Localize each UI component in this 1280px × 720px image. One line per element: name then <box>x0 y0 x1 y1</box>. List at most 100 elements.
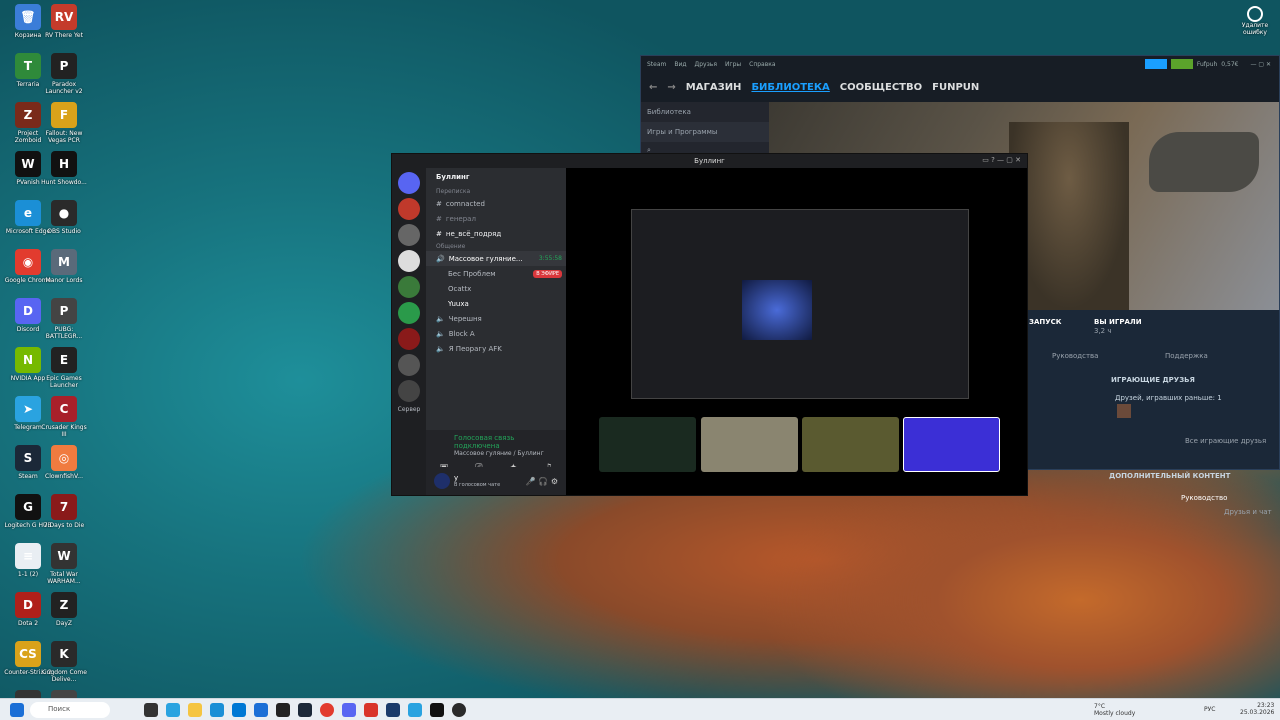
edge-icon[interactable] <box>210 703 224 717</box>
app-icon[interactable] <box>276 703 290 717</box>
desktop-icon[interactable]: RV RV There Yet <box>40 4 88 39</box>
all-friends-link[interactable]: Все играющие друзья <box>1185 437 1266 445</box>
window-controls[interactable]: — ▢ ✕ <box>1242 61 1279 68</box>
desktop-icon[interactable]: P PUBG: BATTLEGR... <box>40 298 88 340</box>
stream-tile[interactable] <box>599 417 696 472</box>
desktop-icon[interactable]: M Manor Lords <box>40 249 88 284</box>
tab-support[interactable]: Поддержка <box>1165 352 1208 360</box>
library-label[interactable]: Библиотека <box>641 102 769 122</box>
app-icon[interactable] <box>254 703 268 717</box>
discord-window[interactable]: Буллинг ▭ ? — ▢ ✕ Сервер Буллинг Перепис… <box>391 153 1028 496</box>
participant-tile[interactable] <box>903 417 1000 472</box>
desktop-icon[interactable]: P Paradox Launcher v2 <box>40 53 88 95</box>
server-icon[interactable] <box>398 380 420 402</box>
server-icon[interactable] <box>398 198 420 220</box>
steam-menu-3[interactable]: Игры <box>725 61 741 68</box>
category-talk[interactable]: Общение <box>426 241 566 251</box>
voice-member[interactable]: Бес Проблем В ЭФИРЕ <box>426 266 566 281</box>
clock-date: 25.03.2026 <box>1240 709 1275 716</box>
participant-tile[interactable] <box>701 417 798 472</box>
channel-1[interactable]: # генерал <box>426 211 566 226</box>
desktop-icon-label: Crusader Kings III <box>41 424 87 438</box>
voice-channel-active[interactable]: 🔊 Массовое гуляние... 3:55:58 <box>426 251 566 266</box>
stream-preview[interactable] <box>631 209 969 399</box>
participant-tile[interactable] <box>802 417 899 472</box>
desktop-icon[interactable]: ◎ ClownfishV... <box>40 445 88 480</box>
chrome-icon[interactable] <box>320 703 334 717</box>
channel-2[interactable]: # не_всё_подряд <box>426 226 566 241</box>
guides-item[interactable]: Руководство <box>1181 494 1227 502</box>
app-icon: CS <box>15 641 41 667</box>
desktop-icon[interactable]: E Epic Games Launcher <box>40 347 88 389</box>
steam-user[interactable]: Fufpuh <box>1197 61 1217 68</box>
window-controls[interactable]: ▭ ? — ▢ ✕ <box>982 156 1021 164</box>
server-icon[interactable] <box>398 328 420 350</box>
notification-icon[interactable] <box>1144 59 1167 69</box>
app-icon[interactable] <box>166 703 180 717</box>
tab-guides[interactable]: Руководства <box>1052 352 1098 360</box>
nav-profile[interactable]: FUNPUN <box>932 82 979 93</box>
friends-chat-button[interactable]: Друзья и чат <box>1224 508 1272 516</box>
category-chat[interactable]: Переписка <box>426 186 566 196</box>
dlc-title: ДОПОЛНИТЕЛЬНЫЙ КОНТЕНТ <box>1109 472 1231 480</box>
avatar[interactable] <box>434 473 450 489</box>
server-icon[interactable] <box>398 354 420 376</box>
filter-dropdown[interactable]: Игры и Программы <box>641 122 769 142</box>
played-time: 3,2 ч <box>1094 327 1112 335</box>
nav-store[interactable]: МАГАЗИН <box>686 82 742 93</box>
nav-library[interactable]: БИБЛИОТЕКА <box>751 82 829 93</box>
app-icon[interactable] <box>386 703 400 717</box>
telegram-icon[interactable] <box>408 703 422 717</box>
voice-channel[interactable]: 🔈 Я Пеорагу AFK <box>426 341 566 356</box>
voice-channel[interactable]: 🔈 Block A <box>426 326 566 341</box>
server-icon[interactable] <box>398 276 420 298</box>
language[interactable]: РУС <box>1204 706 1215 713</box>
steam-menu-0[interactable]: Steam <box>647 61 666 68</box>
app-icon: ➤ <box>15 396 41 422</box>
voice-member[interactable]: Ocattx <box>426 281 566 296</box>
desktop-icon[interactable]: ● OBS Studio <box>40 200 88 235</box>
explorer-icon[interactable] <box>188 703 202 717</box>
back-arrow-icon[interactable]: ← <box>649 82 657 93</box>
app-icon[interactable] <box>430 703 444 717</box>
server-icon[interactable] <box>398 250 420 272</box>
server-icon[interactable] <box>398 302 420 324</box>
steam-icon[interactable] <box>298 703 312 717</box>
launch-button[interactable]: ЗАПУСК <box>1029 318 1062 326</box>
voice-member[interactable]: Yuuxa <box>426 296 566 311</box>
desktop-icon[interactable]: K Kingdom Come Delive... <box>40 641 88 683</box>
app-icon: 7 <box>51 494 77 520</box>
desktop-icon[interactable]: 7 7 Days to Die <box>40 494 88 529</box>
server-label[interactable]: Сервер <box>392 406 426 413</box>
obs-icon[interactable] <box>452 703 466 717</box>
clock[interactable]: 23:23 25.03.2026 <box>1240 702 1274 716</box>
hash-icon: # <box>436 229 442 238</box>
desktop-icon[interactable]: Z DayZ <box>40 592 88 627</box>
channel-0[interactable]: # comnacted <box>426 196 566 211</box>
desktop-icon[interactable]: H Hunt Showdo... <box>40 151 88 186</box>
voice-channel[interactable]: 🔈 Черешня <box>426 311 566 326</box>
friend-avatar[interactable] <box>1117 404 1131 418</box>
weather[interactable]: 7°C Mostly cloudy <box>1094 703 1135 717</box>
download-icon[interactable] <box>1170 59 1193 69</box>
taskview-icon[interactable] <box>144 703 158 717</box>
nav-community[interactable]: СООБЩЕСТВО <box>840 82 922 93</box>
server-name[interactable]: Буллинг <box>426 168 566 186</box>
app-icon: H <box>51 151 77 177</box>
server-icon[interactable] <box>398 224 420 246</box>
desktop-icon[interactable]: F Fallout: New Vegas PCR <box>40 102 88 144</box>
steam-menu-1[interactable]: Вид <box>674 61 686 68</box>
desktop-icon[interactable]: C Crusader Kings III <box>40 396 88 438</box>
windows-start-icon[interactable] <box>10 703 24 717</box>
forward-arrow-icon[interactable]: → <box>667 82 675 93</box>
discord-home-icon[interactable] <box>398 172 420 194</box>
search-input[interactable]: Поиск <box>30 702 110 718</box>
desktop-icon[interactable]: W Total War WARHAM... <box>40 543 88 585</box>
app-icon[interactable] <box>364 703 378 717</box>
desktop-icon-label: Paradox Launcher v2 <box>45 81 83 95</box>
user-controls[interactable]: 🎤 🎧 ⚙ <box>526 477 566 486</box>
steam-menu-4[interactable]: Справка <box>749 61 775 68</box>
store-icon[interactable] <box>232 703 246 717</box>
discord-icon[interactable] <box>342 703 356 717</box>
steam-menu-2[interactable]: Друзья <box>695 61 717 68</box>
